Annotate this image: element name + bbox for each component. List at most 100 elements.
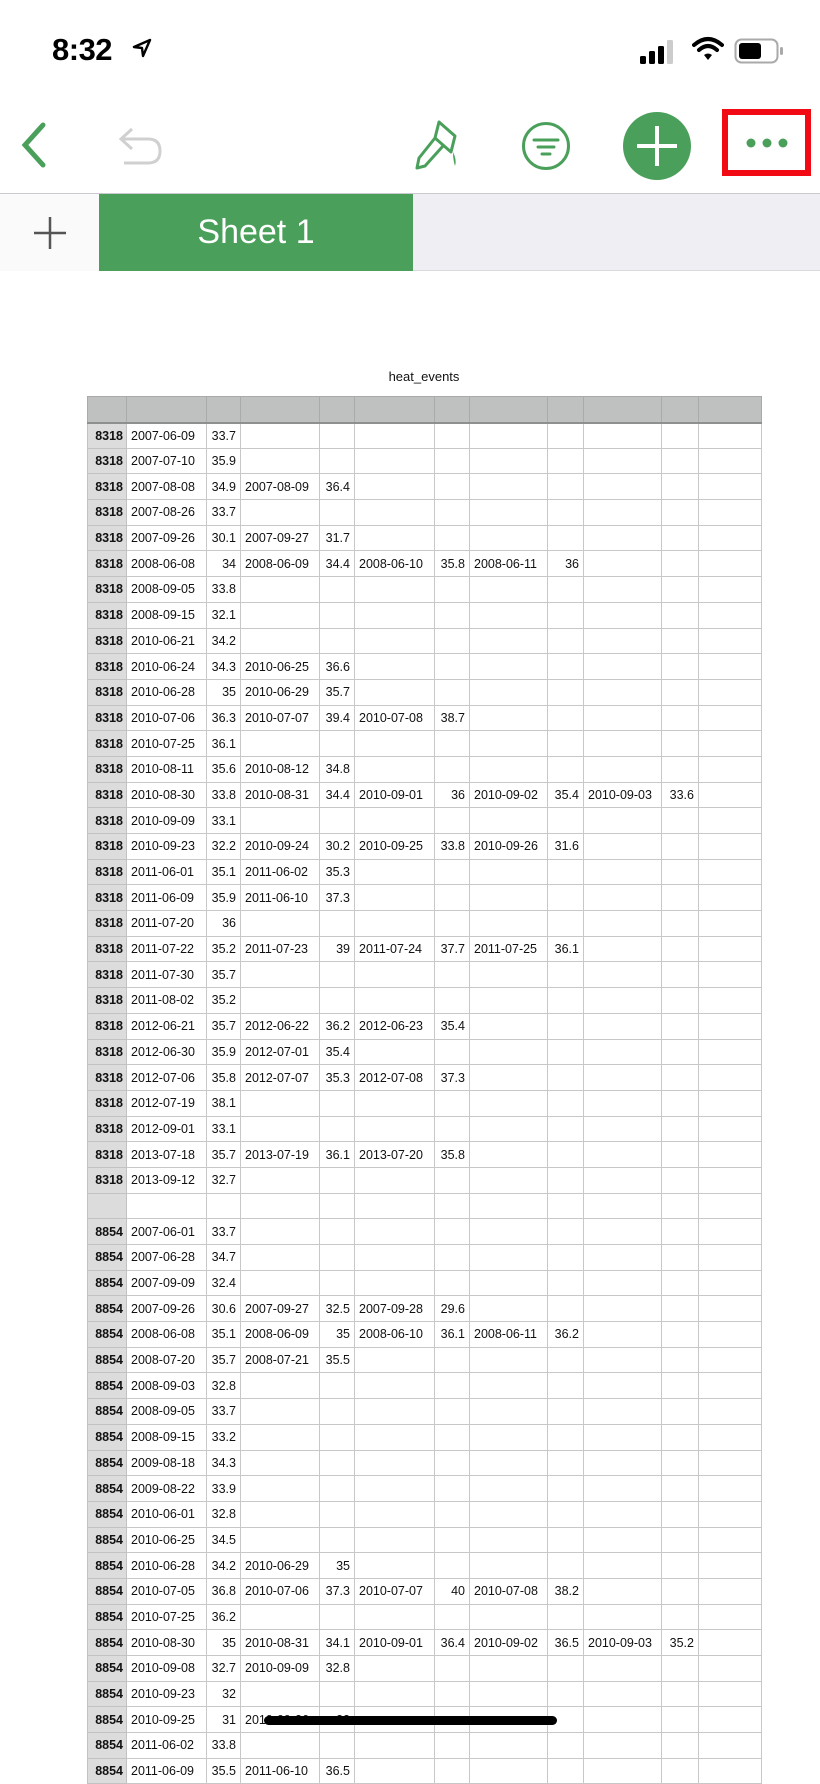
temperature-cell[interactable] [319,1500,355,1528]
row-header-cell[interactable]: 8318 [87,935,127,963]
row-header-cell[interactable]: 8854 [87,1603,127,1631]
date-cell[interactable] [240,1089,320,1117]
date-cell[interactable] [354,1423,435,1451]
temperature-cell[interactable] [434,961,470,989]
date-cell[interactable] [240,1398,320,1425]
date-cell[interactable] [354,1732,435,1759]
date-cell[interactable] [240,730,320,757]
date-cell[interactable] [240,1166,320,1194]
temperature-cell[interactable] [434,987,470,1014]
temperature-cell[interactable]: 34.2 [206,627,241,655]
temperature-cell[interactable] [547,1089,584,1117]
temperature-cell[interactable]: 36.1 [206,730,241,757]
date-cell[interactable] [469,1166,548,1194]
temperature-cell[interactable] [547,1398,584,1425]
temperature-cell[interactable] [434,1192,470,1220]
temperature-cell[interactable] [661,1295,699,1323]
temperature-cell[interactable]: 35.5 [206,1757,241,1784]
temperature-cell[interactable]: 35 [319,1321,355,1348]
temperature-cell[interactable] [661,422,699,449]
temperature-cell[interactable] [434,807,470,834]
date-cell[interactable]: 2007-06-01 [126,1218,207,1245]
date-cell[interactable] [698,755,762,783]
temperature-cell[interactable]: 36.5 [547,1629,584,1656]
date-cell[interactable] [354,1398,435,1425]
temperature-cell[interactable]: 35.9 [206,447,241,475]
temperature-cell[interactable]: 32.8 [319,1655,355,1682]
date-cell[interactable]: 2010-06-24 [126,653,207,680]
date-cell[interactable] [469,1012,548,1040]
temperature-cell[interactable] [547,524,584,552]
temperature-cell[interactable] [434,1680,470,1708]
temperature-cell[interactable] [434,1552,470,1579]
temperature-cell[interactable] [661,1449,699,1477]
date-cell[interactable] [583,833,662,860]
temperature-cell[interactable] [547,884,584,912]
temperature-cell[interactable] [547,1552,584,1579]
temperature-cell[interactable] [547,1115,584,1143]
temperature-cell[interactable]: 35 [206,1629,241,1656]
temperature-cell[interactable] [547,1732,584,1759]
date-cell[interactable] [240,910,320,937]
date-cell[interactable] [469,627,548,655]
date-cell[interactable] [698,1244,762,1271]
temperature-cell[interactable] [434,1475,470,1502]
date-cell[interactable] [469,1680,548,1708]
temperature-cell[interactable]: 38.7 [434,704,470,732]
temperature-cell[interactable]: 35.9 [206,884,241,912]
date-cell[interactable] [469,1372,548,1400]
date-cell[interactable]: 2007-07-10 [126,447,207,475]
date-cell[interactable] [698,1372,762,1400]
temperature-cell[interactable] [547,987,584,1014]
add-button[interactable] [623,112,691,180]
temperature-cell[interactable] [547,961,584,989]
temperature-cell[interactable]: 35.1 [206,858,241,886]
temperature-cell[interactable] [319,1526,355,1554]
row-header-cell[interactable]: 8854 [87,1218,127,1245]
temperature-cell[interactable]: 33.6 [661,781,699,809]
temperature-cell[interactable] [661,1526,699,1554]
temperature-cell[interactable] [661,858,699,886]
temperature-cell[interactable] [547,1655,584,1682]
date-cell[interactable] [583,1372,662,1400]
date-cell[interactable] [240,961,320,989]
date-cell[interactable] [698,807,762,834]
date-cell[interactable]: 2007-08-08 [126,473,207,501]
date-cell[interactable] [698,1680,762,1708]
date-cell[interactable]: 2011-06-01 [126,858,207,886]
temperature-cell[interactable] [434,755,470,783]
temperature-cell[interactable] [661,755,699,783]
date-cell[interactable] [583,499,662,526]
temperature-cell[interactable] [434,730,470,757]
date-cell[interactable] [698,1269,762,1297]
date-cell[interactable] [354,473,435,501]
date-cell[interactable] [583,627,662,655]
date-cell[interactable] [583,1449,662,1477]
temperature-cell[interactable] [547,473,584,501]
date-cell[interactable]: 2008-07-21 [240,1346,320,1374]
date-cell[interactable]: 2009-08-18 [126,1449,207,1477]
date-cell[interactable] [469,653,548,680]
temperature-cell[interactable] [547,627,584,655]
date-cell[interactable]: 2010-07-06 [240,1577,320,1605]
temperature-cell[interactable] [319,1475,355,1502]
date-cell[interactable] [698,499,762,526]
temperature-cell[interactable]: 35.3 [319,858,355,886]
temperature-cell[interactable]: 37.3 [319,1577,355,1605]
temperature-cell[interactable] [434,1372,470,1400]
temperature-cell[interactable] [547,1680,584,1708]
date-cell[interactable]: 2010-09-03 [583,781,662,809]
temperature-cell[interactable]: 32 [206,1680,241,1708]
temperature-cell[interactable] [547,678,584,706]
date-cell[interactable]: 2011-07-20 [126,910,207,937]
back-button[interactable] [14,120,54,170]
date-cell[interactable]: 2011-06-09 [126,884,207,912]
row-header-cell[interactable]: 8854 [87,1295,127,1323]
temperature-cell[interactable] [547,910,584,937]
row-header-cell[interactable]: 8854 [87,1398,127,1425]
temperature-cell[interactable] [661,1166,699,1194]
row-header-cell[interactable] [87,1192,127,1220]
date-cell[interactable]: 2008-06-11 [469,1321,548,1348]
temperature-cell[interactable] [434,1423,470,1451]
date-cell[interactable] [698,1757,762,1784]
